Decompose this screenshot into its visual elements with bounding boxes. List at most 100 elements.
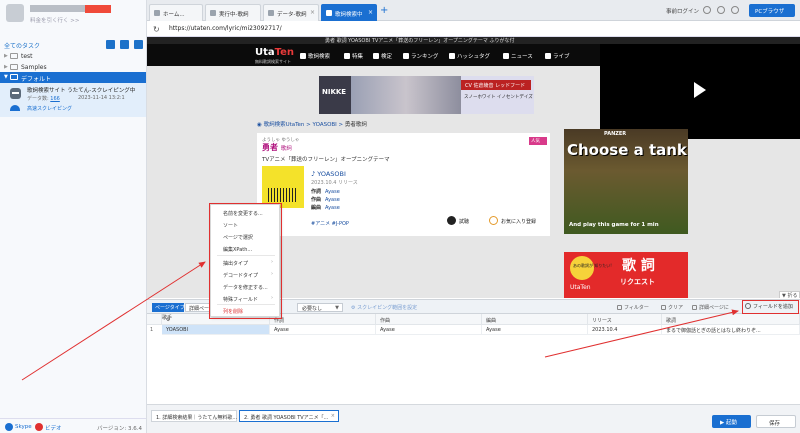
task-item[interactable]: 歌詞検索サイト うたてん-スクレイピング中 データ数: 166 2023-11-… <box>0 83 146 117</box>
tab-lyric-search[interactable]: 歌詞検索中 × <box>321 4 377 21</box>
table-cell[interactable]: Ayase <box>270 325 376 335</box>
pre-login-button[interactable]: 事前ログイン <box>666 7 699 15</box>
close-icon[interactable]: × <box>368 9 373 16</box>
new-folder-icon[interactable] <box>120 40 129 49</box>
ad-lyric-brand: UtaTen <box>570 284 591 291</box>
nav-news[interactable]: ニュース <box>503 52 533 60</box>
menu-label: 特殊フィールド <box>223 297 258 303</box>
table-cell[interactable]: YOASOBI <box>162 325 270 335</box>
task-count-value[interactable]: 166 <box>50 96 60 102</box>
favorite-button[interactable]: お気に入り登録 <box>489 216 536 225</box>
menu-sort[interactable]: ソート <box>211 219 279 230</box>
nav-label: 検定 <box>381 54 393 60</box>
video-player[interactable] <box>600 44 800 139</box>
step-tab-2[interactable]: 2. 勇者 歌詞 YOASOBI TVアニメ「... × <box>239 410 339 422</box>
start-button[interactable]: ▶ 起動 <box>712 415 751 428</box>
breadcrumb-artist[interactable]: YOASOBI <box>313 122 337 128</box>
page-icon <box>154 10 160 16</box>
menu-special-field[interactable]: 特殊フィールド › <box>211 293 279 304</box>
nav-hashtag[interactable]: ハッシュタグ <box>449 52 490 60</box>
ad-tank-headline: Choose a tank <box>567 141 687 159</box>
tank-game-ad[interactable]: PANZER Choose a tank And play this game … <box>564 129 688 234</box>
nav-ranking[interactable]: ランキング <box>403 52 438 60</box>
utaten-logo[interactable]: UtaTen 無料歌詞検索サイト <box>255 47 294 64</box>
tab-running[interactable]: 実行中-歌詞 <box>205 4 261 21</box>
menu-modify-data[interactable]: データを修正する... <box>211 281 279 292</box>
nav-label: ニュース <box>511 54 533 60</box>
nav-label: 特集 <box>352 54 364 60</box>
credit-name[interactable]: Ayase <box>325 205 340 211</box>
col-header-lyrics[interactable]: 歌詞 <box>662 314 800 325</box>
tab-home[interactable]: ホーム... <box>149 4 203 21</box>
collapse-panel-button[interactable]: ▼ 折る <box>779 291 800 298</box>
tab-label: 実行中-歌詞 <box>219 12 249 18</box>
col-header-release[interactable]: リリース <box>588 314 662 325</box>
menu-rename[interactable]: 名前を変更する... <box>211 207 279 218</box>
menu-select-on-page[interactable]: ページで選択 <box>211 231 279 242</box>
ad-subtext: スノーホワイト イノセントデイズ <box>464 95 533 100</box>
tab-data[interactable]: データ-歌詞 × <box>263 4 319 21</box>
clock-icon[interactable] <box>703 6 711 14</box>
save-button[interactable]: 保存 <box>756 415 796 428</box>
ad-tank-brand: PANZER <box>604 131 627 137</box>
pagination-select[interactable]: 必要なし ▼ <box>297 303 343 312</box>
nav-feature[interactable]: 特集 <box>344 52 363 60</box>
detail-page-button[interactable]: 詳細ページに <box>692 304 729 311</box>
table-cell[interactable]: Ayase <box>376 325 482 335</box>
video-icon[interactable] <box>35 423 43 431</box>
filter-button[interactable]: フィルター <box>617 304 649 311</box>
chevron-down-icon[interactable]: ▼ <box>4 74 8 80</box>
col-header-arranger[interactable]: 編曲 <box>482 314 588 325</box>
step-tab-1[interactable]: 1. 詳細検索結果｜うたてん無料歌... <box>151 410 237 422</box>
import-icon[interactable] <box>134 40 143 49</box>
chevron-right-icon[interactable]: ▶ <box>4 53 8 59</box>
col-header-composer[interactable]: 作曲 <box>376 314 482 325</box>
song-card: ようしゃ ゆうしゃ 勇者 歌詞 TVアニメ「葬送のフリーレン」オープニングテーマ… <box>257 133 550 236</box>
lyric-request-ad[interactable]: あの歌詞が 知りたい! 歌 詞 リクエスト UtaTen <box>564 252 688 298</box>
credit-name[interactable]: Ayase <box>325 189 340 195</box>
menu-decode-type[interactable]: デコードタイプ › <box>211 269 279 280</box>
menu-delete-column[interactable]: 列を削除 <box>211 305 279 316</box>
folder-icon <box>10 74 18 80</box>
nav-lyric-search[interactable]: 歌詞検索 <box>300 52 330 60</box>
breadcrumb-home[interactable]: 歌詞検索UtaTen <box>264 122 305 128</box>
tree-folder-default[interactable]: ▼ デフォルト <box>0 72 146 83</box>
video-link[interactable]: ビデオ <box>45 424 62 432</box>
user-avatar[interactable] <box>6 4 24 22</box>
list-page-tab[interactable]: ページタイプ <box>152 303 185 312</box>
credit-name[interactable]: Ayase <box>325 197 340 203</box>
nikke-banner-ad[interactable]: NIKKE CV 佐倉綾音 レッドフード スノーホワイト イノセントデイズ <box>319 76 534 114</box>
table-cell[interactable]: Ayase <box>482 325 588 335</box>
skype-icon[interactable] <box>5 423 13 431</box>
scrape-range-link[interactable]: ⚙ スクレイピング範囲を設定 <box>351 304 417 311</box>
close-icon[interactable]: × <box>310 9 315 16</box>
nav-live[interactable]: ライブ <box>545 52 570 60</box>
col-header-lyricist[interactable]: 作詞 <box>270 314 376 325</box>
menu-edit-xpath[interactable]: 編集XPath... <box>211 243 279 254</box>
ad-brand: NIKKE <box>322 88 347 96</box>
new-tab-button[interactable]: + <box>380 5 388 16</box>
close-icon[interactable]: × <box>331 413 335 419</box>
clear-button[interactable]: クリア <box>661 304 683 311</box>
add-field-button[interactable]: フィールドを追加 <box>745 303 793 310</box>
nav-quiz[interactable]: 検定 <box>373 52 392 60</box>
play-circle-icon <box>447 216 456 225</box>
artist-link[interactable]: ♪ YOASOBI <box>311 170 346 178</box>
settings-icon[interactable] <box>717 6 725 14</box>
ad-badge-text: CV 佐倉綾音 レッドフード <box>465 83 526 89</box>
chevron-right-icon[interactable]: ▶ <box>4 64 8 70</box>
listen-button[interactable]: 試聴 <box>447 216 469 225</box>
song-tags[interactable]: #アニメ #J-POP <box>311 220 349 227</box>
table-cell[interactable]: 2023.10.4 <box>588 325 662 335</box>
skype-link[interactable]: Skype <box>15 424 32 430</box>
pc-browser-button[interactable]: PCブラウザ <box>749 4 795 17</box>
url-input[interactable]: https://utaten.com/lyric/mi23092717/ <box>169 25 282 32</box>
user-plan-link[interactable]: 料金を引く行く >> <box>30 16 79 24</box>
user-icon[interactable] <box>731 6 739 14</box>
tree-folder-test[interactable]: ▶ test <box>0 51 146 62</box>
play-icon[interactable] <box>694 82 706 98</box>
reload-icon[interactable]: ↻ <box>153 25 160 34</box>
table-cell[interactable]: まるで御伽話とぎの話とはなし終わりぞ... <box>662 325 800 335</box>
menu-extract-type[interactable]: 抽出タイプ › <box>211 257 279 268</box>
new-task-icon[interactable] <box>106 40 115 49</box>
